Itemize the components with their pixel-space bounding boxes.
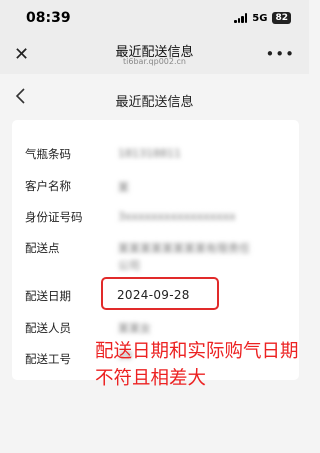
status-time: 08:39 xyxy=(26,10,71,26)
delivery-point-label: 配送点 xyxy=(25,241,60,255)
cylinder-code-value: 181318811 xyxy=(118,147,181,160)
delivery-person-label: 配送人员 xyxy=(25,321,71,335)
status-bar: 08:39 5G 82 xyxy=(0,0,309,38)
status-icons: 5G 82 xyxy=(234,12,291,24)
page-title: 最近配送信息 xyxy=(115,95,194,110)
wechat-url: ti6bar.qp002.cn xyxy=(123,57,186,66)
id-number-label: 身份证号码 xyxy=(25,210,83,224)
annotation-text: 配送日期和实际购气日期不符且相差大 xyxy=(95,341,299,389)
delivery-point-value-line2: 公司 xyxy=(118,259,140,272)
delivery-date-value: 2024-09-28 xyxy=(117,288,190,302)
delivery-date-label: 配送日期 xyxy=(25,289,71,303)
delivery-point-value-line1: 某某某某某某某某有限责任 xyxy=(118,242,250,255)
wechat-top-bar: ✕ 最近配送信息 ti6bar.qp002.cn ••• xyxy=(0,38,309,74)
battery-icon: 82 xyxy=(272,12,291,24)
network-type: 5G xyxy=(252,12,268,24)
id-number-value: 3xxxxxxxxxxxxxxxxx xyxy=(118,210,236,223)
customer-name-value: 某 xyxy=(118,181,129,194)
cylinder-code-label: 气瓶条码 xyxy=(25,147,71,161)
page-header: 最近配送信息 xyxy=(0,74,309,120)
customer-name-label: 客户名称 xyxy=(25,179,71,193)
signal-icon xyxy=(234,13,248,23)
delivery-staff-no-label: 配送工号 xyxy=(25,352,71,366)
delivery-person-value: 某某女 xyxy=(118,322,151,335)
more-icon[interactable]: ••• xyxy=(265,45,295,63)
